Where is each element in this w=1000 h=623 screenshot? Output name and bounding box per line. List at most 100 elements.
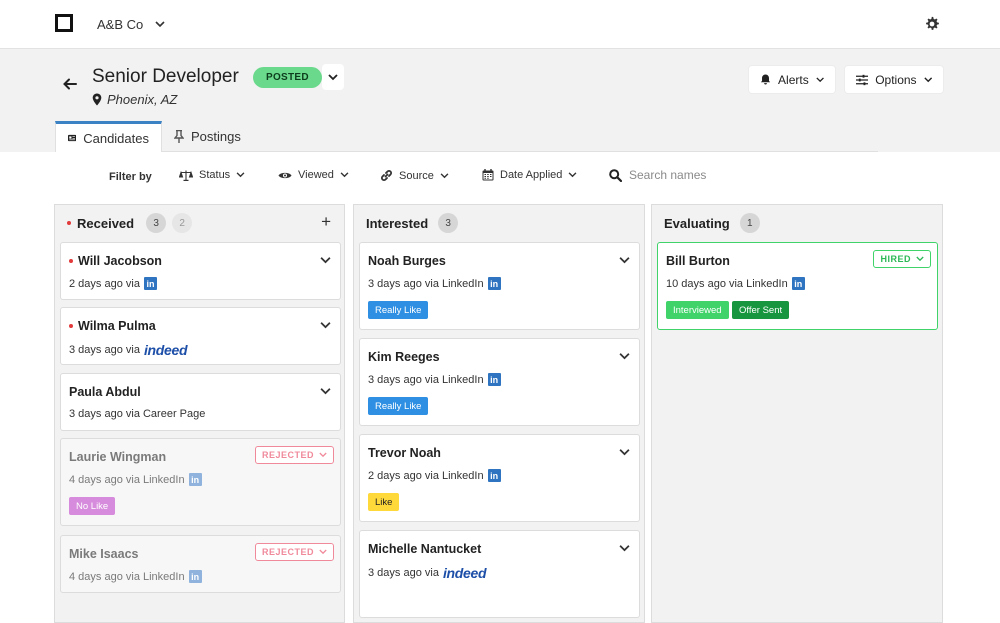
- candidate-name: Laurie Wingman: [69, 450, 167, 464]
- candidate-meta: 3 days ago via LinkedIn in: [368, 277, 501, 290]
- filter-status-label: Status: [199, 169, 231, 181]
- filter-bar: Filter by Status Viewed Source Date Appl…: [0, 152, 1000, 202]
- candidate-meta-text: 2 days ago via: [69, 277, 140, 290]
- candidate-card[interactable]: Will Jacobson 2 days ago via in: [60, 242, 341, 300]
- tab-postings[interactable]: Postings: [162, 121, 253, 152]
- candidate-card[interactable]: Michelle Nantucket 3 days ago via indeed: [359, 530, 640, 618]
- unread-dot: [69, 324, 73, 328]
- options-button[interactable]: Options: [845, 66, 943, 93]
- candidate-meta-text: 3 days ago via Career Page: [69, 408, 206, 420]
- candidate-card-hired[interactable]: Bill Burton 10 days ago via LinkedIn in H…: [657, 242, 938, 330]
- filter-viewed[interactable]: Viewed: [278, 169, 349, 181]
- tab-candidates[interactable]: Candidates: [55, 121, 162, 152]
- indeed-logo: indeed: [442, 565, 487, 581]
- column-header: Evaluating 1: [664, 213, 760, 233]
- column-header: Interested 3: [366, 213, 459, 233]
- calendar-icon: [482, 169, 494, 181]
- candidate-card[interactable]: Trevor Noah 2 days ago via LinkedIn in Li…: [359, 434, 640, 522]
- filter-source-label: Source: [399, 169, 434, 182]
- chevron-down-icon: [319, 452, 327, 458]
- candidate-meta: 10 days ago via LinkedIn in: [666, 277, 805, 290]
- status-label: REJECTED: [261, 547, 314, 557]
- filter-source[interactable]: Source: [380, 169, 449, 182]
- candidate-meta-text: 2 days ago via LinkedIn: [368, 469, 484, 482]
- chevron-down-icon[interactable]: [619, 447, 630, 458]
- filter-date-label: Date Applied: [500, 169, 563, 181]
- status-label: REJECTED: [261, 450, 314, 460]
- filter-date-applied[interactable]: Date Applied: [482, 169, 577, 181]
- candidate-meta: 3 days ago via indeed: [368, 565, 487, 581]
- filter-status[interactable]: Status: [179, 169, 245, 181]
- chevron-down-icon[interactable]: [320, 255, 331, 266]
- candidate-name: Bill Burton: [666, 254, 730, 268]
- linkedin-icon: in: [143, 277, 157, 290]
- column-title: Evaluating: [664, 215, 730, 231]
- chevron-down-icon: [440, 172, 449, 178]
- id-card-icon: [68, 134, 77, 142]
- map-pin-icon: [92, 93, 102, 106]
- chevron-down-icon: [236, 172, 245, 178]
- hired-status-dropdown[interactable]: HIRED: [873, 250, 931, 268]
- chevron-down-icon: [328, 73, 338, 80]
- column-count: 3: [438, 213, 459, 233]
- rating-tag: Like: [368, 493, 400, 511]
- linkedin-icon: in: [791, 277, 805, 290]
- rejected-status-dropdown[interactable]: REJECTED: [254, 446, 334, 464]
- top-bar: A&B Co: [0, 0, 1000, 49]
- rating-tag: Really Like: [368, 301, 429, 319]
- rating-tag: Really Like: [368, 397, 429, 415]
- chevron-down-icon[interactable]: [619, 543, 630, 554]
- job-status-dropdown[interactable]: POSTED: [253, 64, 344, 90]
- gear-icon[interactable]: [924, 16, 940, 32]
- chevron-down-icon[interactable]: [320, 320, 331, 331]
- candidate-meta-text: 3 days ago via: [368, 567, 439, 579]
- chevron-down-icon[interactable]: [619, 255, 630, 266]
- candidate-meta-text: 3 days ago via: [69, 344, 140, 356]
- column-count: 3: [146, 213, 167, 233]
- filter-by-label: Filter by: [109, 171, 152, 183]
- chevron-down-icon[interactable]: [619, 351, 630, 362]
- location-text: Phoenix, AZ: [107, 92, 178, 107]
- add-candidate-button[interactable]: +: [321, 212, 331, 232]
- alerts-button[interactable]: Alerts: [749, 66, 835, 93]
- unread-dot: [67, 221, 71, 225]
- column-title: Received: [77, 215, 135, 231]
- candidate-meta-text: 3 days ago via LinkedIn: [368, 373, 484, 386]
- filter-viewed-label: Viewed: [298, 169, 334, 181]
- chevron-down-icon: [155, 21, 165, 28]
- indeed-logo: indeed: [143, 342, 188, 358]
- linkedin-icon: in: [188, 473, 202, 486]
- candidate-card-rejected[interactable]: Laurie Wingman 4 days ago via LinkedIn in…: [60, 438, 341, 526]
- search-input[interactable]: [629, 168, 769, 182]
- candidate-card[interactable]: Noah Burges 3 days ago via LinkedIn in Re…: [359, 242, 640, 330]
- column-evaluating: Evaluating 1 Bill Burton 10 days ago via…: [651, 204, 943, 623]
- column-title: Interested: [366, 215, 429, 231]
- candidate-name: Kim Reeges: [368, 350, 440, 364]
- candidate-card[interactable]: Wilma Pulma 3 days ago via indeed: [60, 307, 341, 365]
- tab-postings-label: Postings: [191, 129, 241, 144]
- column-interested: Interested 3 Noah Burges 3 days ago via …: [353, 204, 645, 623]
- bell-icon: [760, 74, 771, 85]
- candidate-card-rejected[interactable]: Mike Isaacs 4 days ago via LinkedIn in RE…: [60, 535, 341, 593]
- column-new-count: 2: [172, 213, 193, 233]
- candidate-name: Trevor Noah: [368, 446, 441, 460]
- candidate-name: Will Jacobson: [69, 254, 162, 268]
- candidate-card[interactable]: Paula Abdul 3 days ago via Career Page: [60, 373, 341, 431]
- candidate-name: Paula Abdul: [69, 385, 141, 399]
- company-name: A&B Co: [97, 17, 144, 32]
- back-arrow-icon[interactable]: [62, 76, 78, 92]
- job-status-caret[interactable]: [321, 64, 344, 90]
- rejected-status-dropdown[interactable]: REJECTED: [254, 543, 334, 561]
- candidate-meta-text: 3 days ago via LinkedIn: [368, 277, 484, 290]
- sliders-icon: [856, 74, 869, 85]
- chevron-down-icon: [923, 76, 932, 82]
- company-logo[interactable]: [55, 8, 81, 34]
- job-location: Phoenix, AZ: [92, 92, 177, 107]
- chevron-down-icon[interactable]: [320, 386, 331, 397]
- company-switcher[interactable]: A&B Co: [97, 17, 165, 32]
- candidate-card[interactable]: Kim Reeges 3 days ago via LinkedIn in Rea…: [359, 338, 640, 426]
- status-label: HIRED: [880, 254, 911, 264]
- chevron-down-icon: [340, 172, 349, 178]
- eye-icon: [278, 172, 292, 178]
- chevron-down-icon: [816, 76, 824, 82]
